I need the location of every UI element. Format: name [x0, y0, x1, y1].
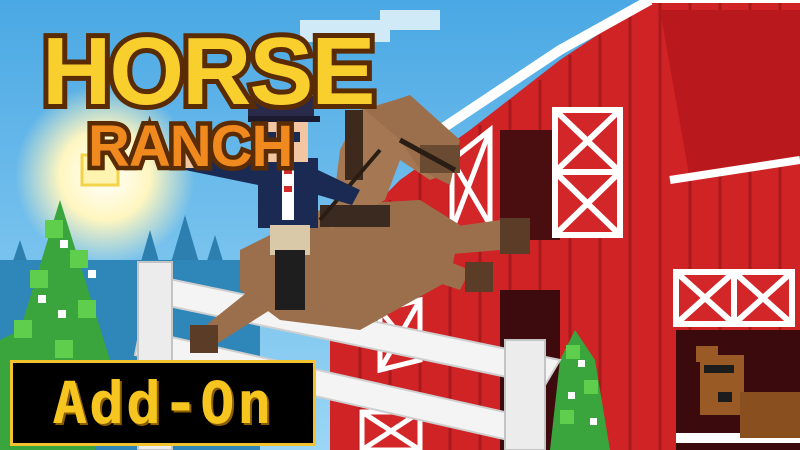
addon-badge: Add-On — [10, 360, 316, 446]
addon-badge-label: Add-On — [52, 369, 274, 437]
game-thumbnail: HORSE RANCH Add-On — [0, 0, 800, 450]
title-line2: RANCH — [84, 110, 298, 184]
svg-text:RANCH: RANCH — [88, 114, 292, 179]
game-title: HORSE RANCH — [22, 16, 402, 186]
